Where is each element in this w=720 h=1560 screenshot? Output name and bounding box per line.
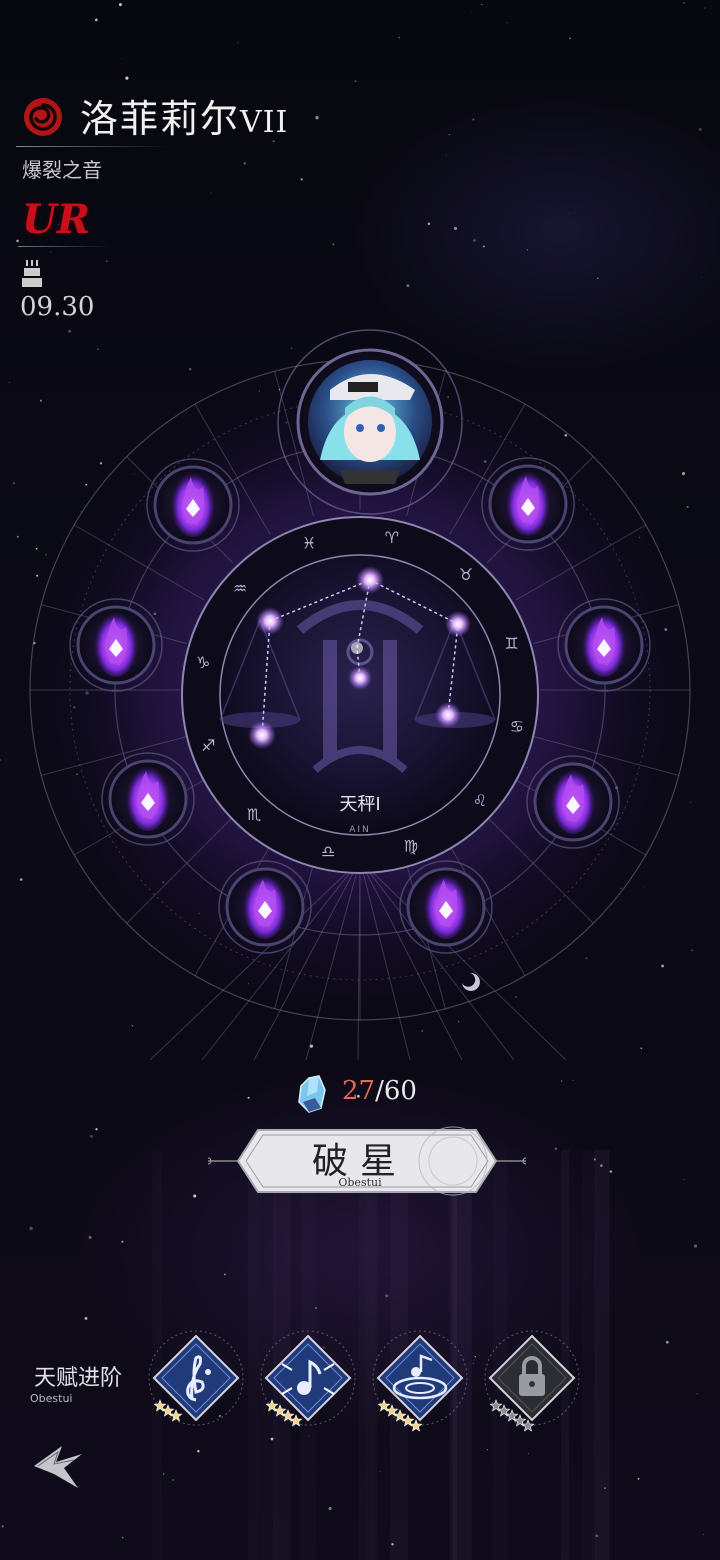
star-node[interactable]	[146, 458, 240, 552]
cost-total: 60	[383, 1076, 417, 1106]
svg-text:♍: ♍	[404, 837, 418, 856]
back-button[interactable]	[28, 1436, 88, 1496]
talent-sub: Obestui	[30, 1392, 73, 1405]
svg-text:♈: ♈	[385, 528, 399, 547]
breakthrough-sub: Obestui	[338, 1176, 382, 1189]
svg-text:♊: ♊	[505, 634, 519, 653]
svg-text:♎: ♎	[321, 842, 335, 861]
header-divider	[16, 146, 168, 147]
svg-text:♒: ♒	[233, 579, 247, 598]
character-name: 洛菲莉尔VII	[80, 88, 288, 143]
svg-text:♌: ♌	[473, 791, 487, 810]
talent-title: 天赋进阶	[34, 1366, 123, 1391]
constellation-name: 天秤Ⅰ	[339, 794, 380, 815]
svg-text:♋: ♋	[510, 717, 524, 736]
star-icon	[521, 1419, 535, 1432]
talent-slot[interactable]	[482, 1328, 582, 1438]
element-spiral-icon	[24, 98, 62, 136]
cost-separator: /	[375, 1076, 384, 1106]
svg-text:♑: ♑	[196, 653, 210, 672]
talent-slot[interactable]	[146, 1328, 246, 1438]
talent-slot[interactable]	[370, 1328, 470, 1438]
character-rank: VII	[240, 105, 289, 140]
star-node[interactable]	[101, 752, 195, 846]
svg-text:♐: ♐	[201, 736, 215, 755]
star-node[interactable]	[399, 860, 493, 954]
birthday-cake-icon	[22, 260, 42, 287]
constellation-sub: AIN	[349, 825, 371, 835]
star-node[interactable]	[218, 860, 312, 954]
rarity-divider	[18, 246, 110, 247]
character-name-text: 洛菲莉尔	[80, 97, 241, 141]
star-icon	[409, 1419, 423, 1432]
svg-text:♏: ♏	[247, 805, 261, 824]
character-subtitle: 爆裂之音	[22, 158, 102, 182]
star-node[interactable]	[69, 598, 163, 692]
star-node[interactable]	[481, 457, 575, 551]
svg-text:♉: ♉	[459, 565, 473, 584]
star-icon	[169, 1409, 183, 1422]
rarity-badge: UR	[22, 196, 91, 243]
star-node[interactable]	[557, 598, 651, 692]
talent-stars	[153, 1399, 183, 1422]
svg-text:♓: ♓	[302, 533, 316, 552]
talent-slot[interactable]	[258, 1328, 358, 1438]
cost-current: 27	[342, 1076, 376, 1106]
cost-counter: 27/60	[342, 1076, 417, 1106]
zodiac-center	[219, 554, 501, 836]
constellation-wheel: ♈ ♉ ♊ ♋ ♌ ♍ ♎ ♏ ♐ ♑ ♒ ♓ 天秤Ⅰ AIN	[29, 329, 691, 1061]
star-node[interactable]	[526, 755, 620, 849]
